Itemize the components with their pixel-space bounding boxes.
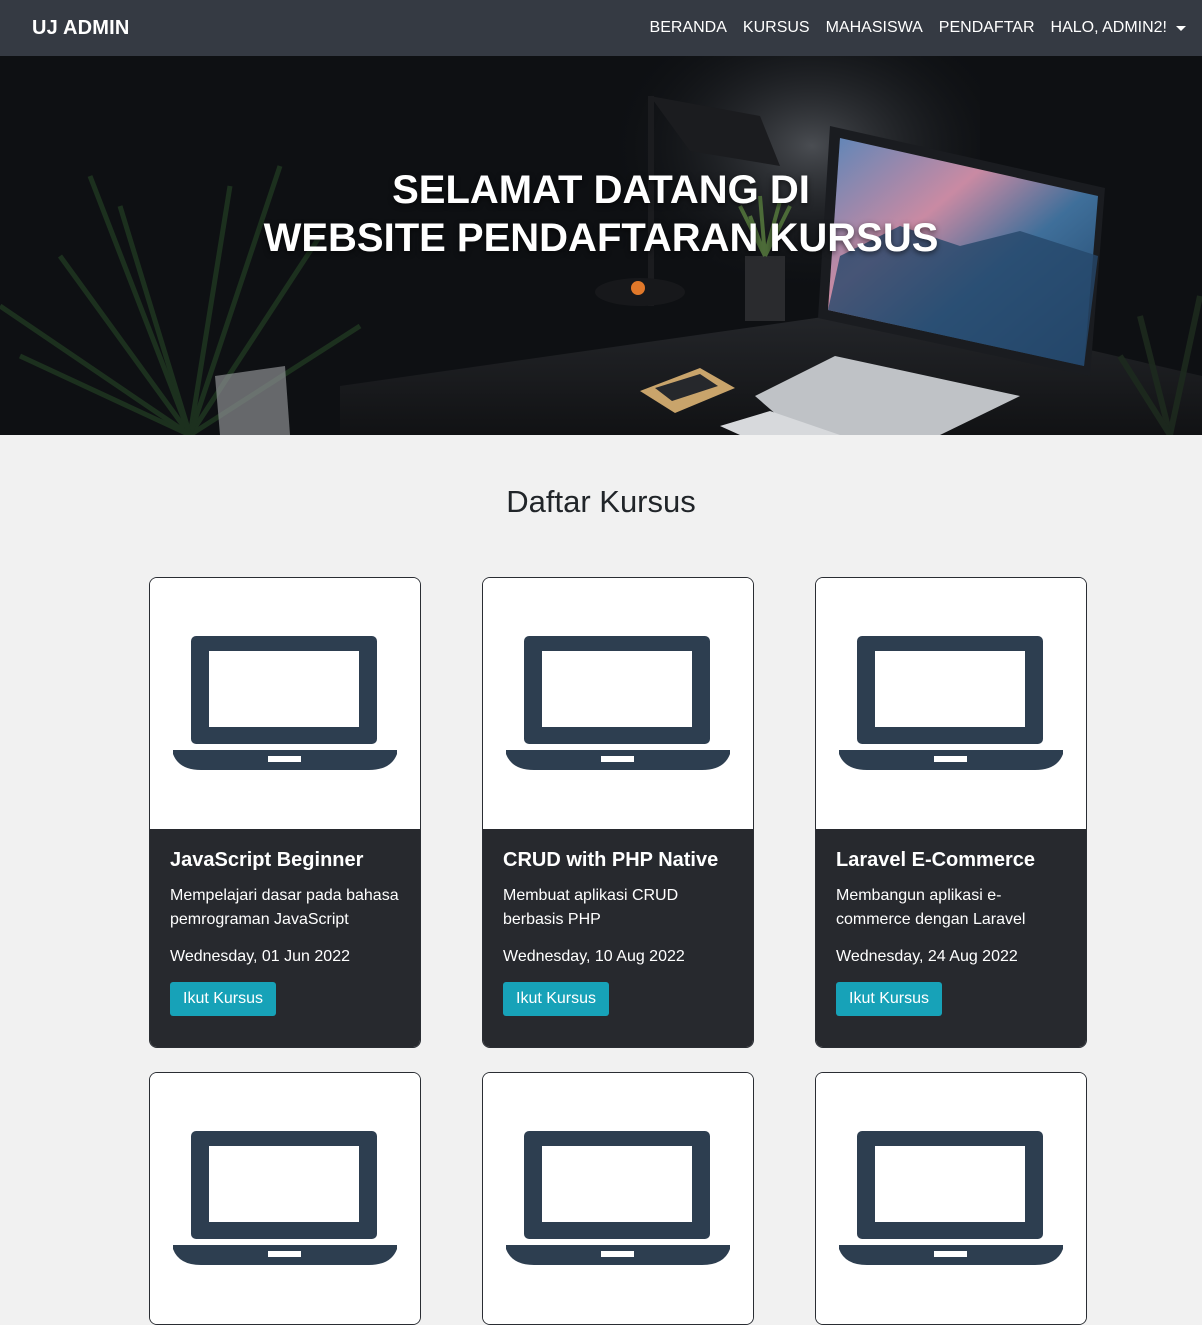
laptop-icon: [506, 1130, 730, 1265]
nav-link-beranda[interactable]: BERANDA: [650, 19, 727, 37]
course-description: Mempelajari dasar pada bahasa pemrograma…: [170, 887, 399, 928]
course-card: Laravel E-Commerce Membangun aplikasi e-…: [815, 577, 1087, 1048]
course-card: [815, 1072, 1087, 1325]
user-menu-dropdown[interactable]: HALO, ADMIN2!: [1051, 19, 1186, 37]
course-image: [483, 1073, 753, 1324]
nav-link-pendaftar[interactable]: PENDAFTAR: [939, 19, 1035, 37]
course-description: Membangun aplikasi e-commerce dengan Lar…: [836, 887, 1026, 928]
course-card: JavaScript Beginner Mempelajari dasar pa…: [149, 577, 421, 1048]
course-title: JavaScript Beginner: [170, 849, 364, 871]
laptop-icon: [839, 635, 1063, 770]
brand-logo[interactable]: UJ ADMIN: [32, 17, 130, 40]
join-course-button[interactable]: Ikut Kursus: [170, 982, 277, 1016]
laptop-icon: [173, 635, 397, 770]
navbar: UJ ADMIN BERANDA KURSUS MAHASISWA PENDAF…: [0, 0, 1202, 56]
course-description: Membuat aplikasi CRUD berbasis PHP: [503, 887, 679, 928]
course-title: Laravel E-Commerce: [836, 849, 1035, 871]
course-title: CRUD with PHP Native: [503, 849, 719, 871]
nav-link-kursus[interactable]: KURSUS: [743, 19, 810, 37]
course-date: Wednesday, 10 Aug 2022: [503, 948, 685, 965]
course-card: [149, 1072, 421, 1325]
course-image: [483, 578, 753, 829]
laptop-icon: [839, 1130, 1063, 1265]
laptop-icon: [506, 635, 730, 770]
hero-title-line2: WEBSITE PENDAFTARAN KURSUS: [263, 216, 939, 260]
user-menu-label: HALO, ADMIN2!: [1050, 19, 1167, 36]
hero-title: SELAMAT DATANG DI WEBSITE PENDAFTARAN KU…: [0, 166, 1202, 262]
caret-down-icon: [1176, 25, 1186, 31]
hero-banner: SELAMAT DATANG DI WEBSITE PENDAFTARAN KU…: [0, 56, 1202, 435]
course-image: [816, 578, 1086, 829]
section-title: Daftar Kursus: [506, 484, 696, 519]
course-card-body: CRUD with PHP Native Membuat aplikasi CR…: [483, 829, 753, 1047]
nav-link-mahasiswa[interactable]: MAHASISWA: [826, 19, 923, 37]
join-course-button[interactable]: Ikut Kursus: [503, 982, 610, 1016]
join-course-button[interactable]: Ikut Kursus: [836, 982, 943, 1016]
hero-title-line1: SELAMAT DATANG DI: [392, 168, 810, 212]
course-image: [150, 1073, 420, 1324]
course-date: Wednesday, 01 Jun 2022: [170, 948, 350, 965]
course-image: [150, 578, 420, 829]
course-card: [482, 1072, 754, 1325]
laptop-icon: [173, 1130, 397, 1265]
course-card-body: JavaScript Beginner Mempelajari dasar pa…: [150, 829, 420, 1047]
course-grid: JavaScript Beginner Mempelajari dasar pa…: [149, 577, 1087, 1325]
course-card: CRUD with PHP Native Membuat aplikasi CR…: [482, 577, 754, 1048]
course-image: [816, 1073, 1086, 1324]
nav-links: BERANDA KURSUS MAHASISWA PENDAFTAR HALO,…: [634, 19, 1186, 37]
course-card-body: Laravel E-Commerce Membangun aplikasi e-…: [816, 829, 1086, 1047]
course-date: Wednesday, 24 Aug 2022: [836, 948, 1018, 965]
